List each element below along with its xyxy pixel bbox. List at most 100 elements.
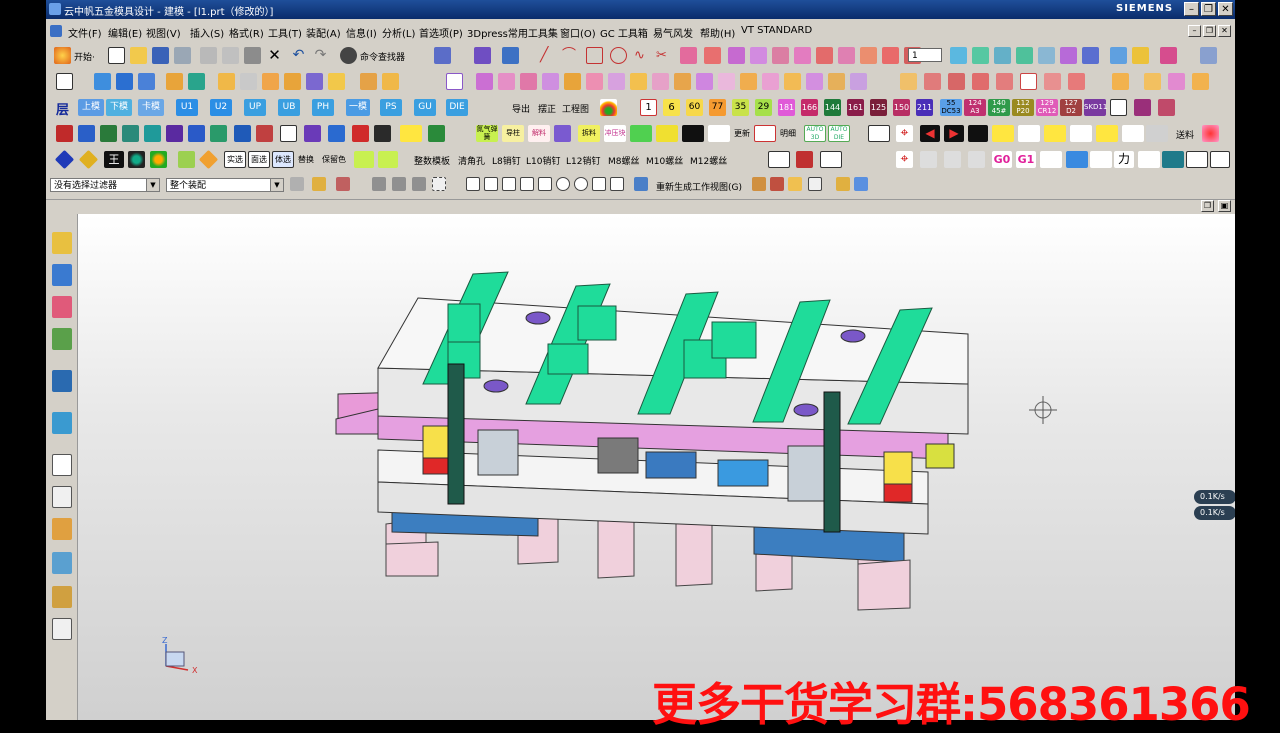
plate-60-button[interactable]: 60: [686, 99, 703, 116]
count-tool-icon[interactable]: [992, 125, 1014, 142]
component-icon[interactable]: [1144, 73, 1161, 90]
m8-screw-button[interactable]: M8螺丝: [608, 154, 640, 167]
l8-pin-button[interactable]: L8销钉: [492, 154, 521, 167]
green-tool-icon[interactable]: [630, 125, 652, 142]
graphics-window[interactable]: Z X 0.1K/s 0.1K/s: [78, 214, 1235, 720]
right-arrow-icon[interactable]: ▶: [944, 125, 964, 142]
unload-button[interactable]: 解料: [528, 125, 550, 142]
menu-format[interactable]: 格式(R): [229, 25, 264, 40]
plane-icon[interactable]: [446, 73, 463, 90]
ruled-icon[interactable]: [564, 73, 581, 90]
command-finder-icon[interactable]: [340, 47, 357, 64]
flange-icon[interactable]: [1068, 73, 1085, 90]
replace-button[interactable]: 替换: [298, 154, 314, 165]
copy-icon[interactable]: [222, 47, 239, 64]
delete-icon[interactable]: ✕: [266, 47, 283, 64]
menu-file[interactable]: 文件(F): [68, 25, 102, 40]
block-part-icon[interactable]: [100, 125, 117, 142]
save-icon[interactable]: [152, 47, 169, 64]
web-browser-tab[interactable]: [52, 370, 72, 392]
up-button[interactable]: UP: [244, 99, 266, 116]
m10-screw-button[interactable]: M10螺丝: [646, 154, 683, 167]
color-tool-icon[interactable]: [1070, 125, 1092, 142]
view-pan-icon[interactable]: [1016, 47, 1033, 64]
selection-icon[interactable]: [434, 47, 451, 64]
cross-icon[interactable]: [948, 73, 965, 90]
move-face-icon[interactable]: [740, 73, 757, 90]
hole-tool-icon[interactable]: [924, 73, 941, 90]
body-select-button[interactable]: 体选: [272, 151, 294, 168]
stock-tool-icon[interactable]: [754, 125, 776, 142]
plate-125-button[interactable]: 125: [870, 99, 887, 116]
material-icon[interactable]: [1134, 99, 1151, 116]
snap-quadrant-icon[interactable]: [574, 177, 588, 191]
restore-button[interactable]: ❐: [1201, 2, 1216, 16]
doc-minimize-button[interactable]: –: [1188, 25, 1201, 37]
feed-button[interactable]: 送料: [1176, 128, 1194, 141]
split-body-icon[interactable]: [674, 73, 691, 90]
chinese-standard-icon[interactable]: [1110, 99, 1127, 116]
plate-166-button[interactable]: 166: [801, 99, 818, 116]
material-d2-button[interactable]: 127 D2: [1060, 99, 1082, 116]
punch-icon[interactable]: [234, 125, 251, 142]
delete-face-icon[interactable]: [784, 73, 801, 90]
rod-icon[interactable]: [374, 125, 391, 142]
snap-icon[interactable]: [474, 47, 491, 64]
snap-arc-icon[interactable]: [538, 177, 552, 191]
scope-select[interactable]: 整个装配 ▼: [166, 178, 284, 192]
plate-144-button[interactable]: 144: [824, 99, 841, 116]
system-scenes-tab[interactable]: [52, 552, 72, 574]
speed-sheet-icon[interactable]: [1040, 151, 1062, 168]
wavy-icon[interactable]: [1090, 151, 1112, 168]
open-folder-icon[interactable]: [130, 47, 147, 64]
snap-on-curve-icon[interactable]: [610, 177, 624, 191]
clock-tab[interactable]: [52, 454, 72, 476]
snap-control-icon[interactable]: [502, 177, 516, 191]
plate-29-button[interactable]: 29: [755, 99, 772, 116]
view-tool-f-icon[interactable]: [854, 177, 868, 191]
auto-3d-button[interactable]: AUTO 3D: [804, 125, 826, 142]
point-icon[interactable]: [520, 73, 537, 90]
menu-insert[interactable]: 插入(S): [190, 25, 224, 40]
undo-icon[interactable]: ↶: [290, 47, 307, 64]
work-view-icon[interactable]: [1110, 47, 1127, 64]
sheet-edge-icon[interactable]: [1044, 73, 1061, 90]
divide-curve-icon[interactable]: [816, 47, 833, 64]
fillet-curve-icon[interactable]: [860, 47, 877, 64]
start-icon[interactable]: [54, 47, 71, 64]
plate-211-button[interactable]: 211: [916, 99, 933, 116]
material-45-button[interactable]: 140 45#: [988, 99, 1010, 116]
outer-icon[interactable]: [1210, 151, 1230, 168]
g1-button[interactable]: G1: [1016, 151, 1036, 168]
assembly-navigator-tab[interactable]: [52, 232, 72, 254]
menu-edit[interactable]: 编辑(E): [108, 25, 142, 40]
origin-icon[interactable]: ⌖: [896, 151, 913, 168]
key-icon[interactable]: [56, 125, 73, 142]
app-menu-icon[interactable]: [50, 25, 62, 37]
menu-analysis[interactable]: 分析(L): [382, 25, 415, 40]
keep-color-button[interactable]: 保留色: [322, 154, 346, 165]
color-sample-icon[interactable]: [378, 151, 398, 168]
menu-preferences[interactable]: 首选项(P): [419, 25, 463, 40]
curve-rule-icon[interactable]: [392, 177, 406, 191]
new-file-icon[interactable]: [108, 47, 125, 64]
material-cr12-button[interactable]: 129 CR12: [1036, 99, 1058, 116]
corner-hole-button[interactable]: 清角孔: [458, 154, 485, 167]
menu-help[interactable]: 帮助(H): [700, 25, 735, 40]
spec-table-icon[interactable]: [280, 125, 297, 142]
resize-blend-icon[interactable]: [806, 73, 823, 90]
arc-icon[interactable]: ⌒: [562, 47, 579, 64]
move-icon[interactable]: [968, 125, 988, 142]
view-fit-icon[interactable]: [950, 47, 967, 64]
trim-icon[interactable]: ✂: [656, 47, 673, 64]
detail-button[interactable]: 明细: [780, 128, 796, 139]
stripper-icon[interactable]: [256, 125, 273, 142]
monitor-icon[interactable]: [1162, 151, 1184, 168]
sketch-icon[interactable]: [56, 73, 73, 90]
t-bolt-icon[interactable]: [210, 125, 227, 142]
offset-face-icon[interactable]: [630, 73, 647, 90]
m12-screw-button[interactable]: M12螺丝: [690, 154, 727, 167]
datum-csys-icon[interactable]: [498, 73, 515, 90]
bend-icon[interactable]: [972, 73, 989, 90]
diamond-blue-icon[interactable]: [54, 149, 75, 170]
